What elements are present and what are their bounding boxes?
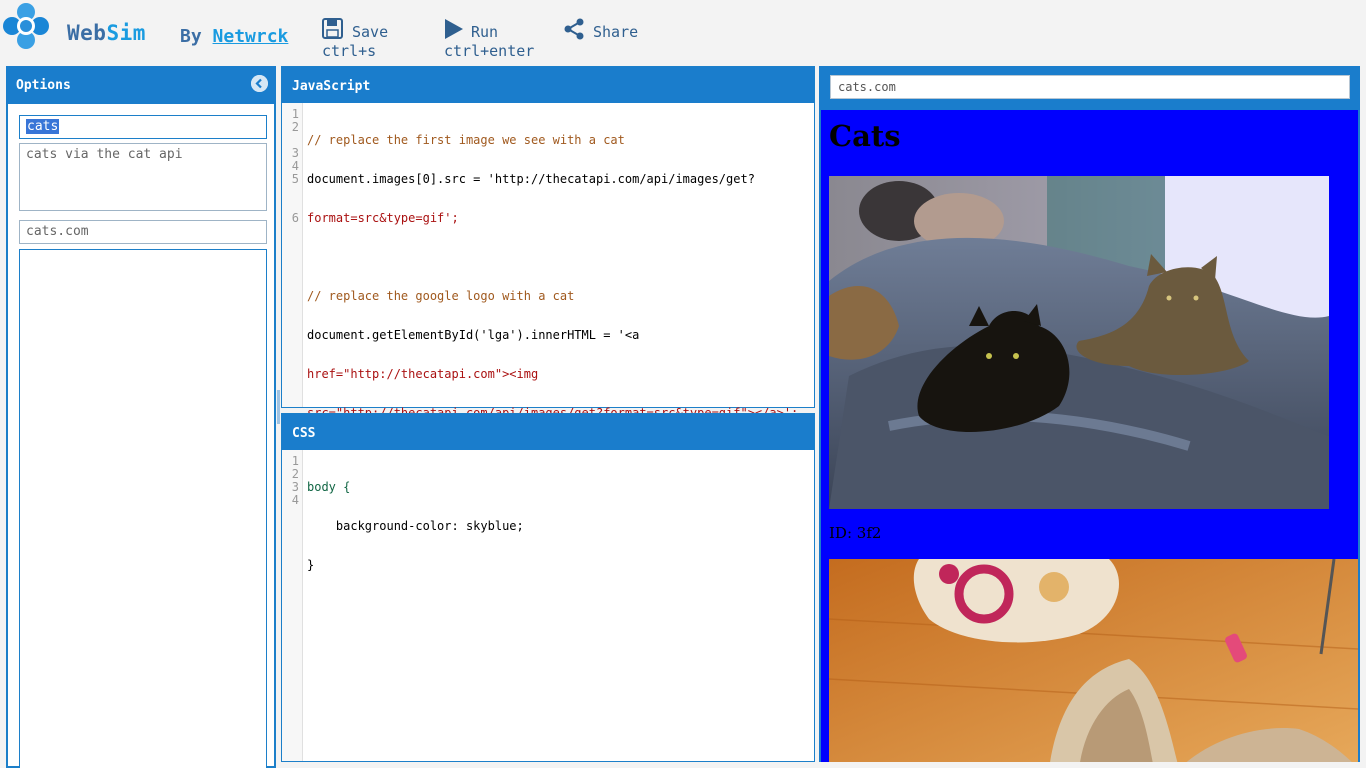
url-input[interactable]: cats.com <box>19 220 267 244</box>
app-title: WebSim <box>67 21 146 45</box>
share-icon <box>564 18 584 40</box>
collapse-button[interactable] <box>251 75 268 92</box>
line-number: 4 <box>291 493 299 507</box>
image-id-text: ID: 3f2 <box>829 524 882 542</box>
options-panel: Options cats cats via the cat api cats.c… <box>6 66 276 768</box>
code-line: format=src&type=gif'; <box>307 211 459 225</box>
code-line: background-color: skyblue; <box>307 519 524 533</box>
javascript-header: JavaScript <box>282 67 814 103</box>
line-number <box>282 186 299 199</box>
panel-resize-handle[interactable] <box>277 390 280 424</box>
name-input-value: cats <box>26 119 60 134</box>
by-label: By <box>180 26 202 47</box>
code-line: body { <box>307 480 351 494</box>
code-line: document.images[0].src = 'http://thecata… <box>307 172 755 186</box>
run-shortcut: ctrl+enter <box>444 42 535 60</box>
code-line: } <box>307 558 315 572</box>
css-editor: CSS 1 2 3 4 body { background-color: sky… <box>281 413 815 762</box>
cat-photo-1[interactable] <box>829 176 1329 509</box>
preview-url-bar[interactable]: cats.com <box>830 75 1350 99</box>
name-input[interactable]: cats <box>19 115 267 139</box>
javascript-gutter: 1 2 3 4 5 6 <box>282 103 303 407</box>
preview-panel: cats.com Cats ID: 3f2 <box>819 66 1360 762</box>
code-line: // replace the google logo with a cat <box>307 289 575 303</box>
app-title-part2: Sim <box>106 21 146 45</box>
url-input-value: cats.com <box>26 224 89 239</box>
save-icon <box>322 18 343 39</box>
app-title-part1: Web <box>67 21 107 45</box>
preview-frame[interactable]: Cats ID: 3f2 <box>821 110 1358 762</box>
options-title: Options <box>16 78 71 93</box>
javascript-code-area[interactable]: 1 2 3 4 5 6 // replace the first image w… <box>282 103 814 420</box>
code-line: href="http://thecatapi.com"><img <box>307 367 539 381</box>
preview-url-value: cats.com <box>838 80 896 94</box>
save-label: Save <box>352 23 389 41</box>
chevron-left-icon <box>251 75 268 92</box>
css-title: CSS <box>292 426 316 441</box>
description-textarea[interactable]: cats via the cat api <box>19 143 267 211</box>
javascript-title: JavaScript <box>292 79 371 94</box>
share-label: Share <box>593 23 639 41</box>
line-number: 2 <box>291 120 299 134</box>
css-header: CSS <box>282 414 814 450</box>
author-link[interactable]: Netwrck <box>213 26 289 47</box>
options-header: Options <box>6 66 276 104</box>
top-bar: WebSim By Netwrck Save ctrl+s Run ctrl+e… <box>0 0 1366 60</box>
websim-logo-icon[interactable] <box>2 2 50 50</box>
save-shortcut: ctrl+s <box>322 42 377 60</box>
run-label: Run <box>471 23 499 41</box>
code-line: document.getElementById('lga').innerHTML… <box>307 328 640 342</box>
byline: By Netwrck <box>180 26 288 47</box>
line-number: 5 <box>291 172 299 186</box>
line-number: 6 <box>291 211 299 225</box>
css-code-area[interactable]: 1 2 3 4 body { background-color: skyblue… <box>282 450 814 761</box>
cat-photo-2[interactable] <box>829 559 1358 762</box>
html-textarea[interactable] <box>19 249 267 768</box>
description-value: cats via the cat api <box>26 147 183 162</box>
css-code: body { background-color: skyblue; } <box>307 455 810 637</box>
css-gutter: 1 2 3 4 <box>282 450 303 761</box>
code-line: // replace the first image we see with a… <box>307 133 625 147</box>
preview-heading: Cats <box>829 119 901 153</box>
javascript-editor: JavaScript 1 2 3 4 5 6 // replace the fi… <box>281 66 815 420</box>
play-icon <box>445 19 463 39</box>
